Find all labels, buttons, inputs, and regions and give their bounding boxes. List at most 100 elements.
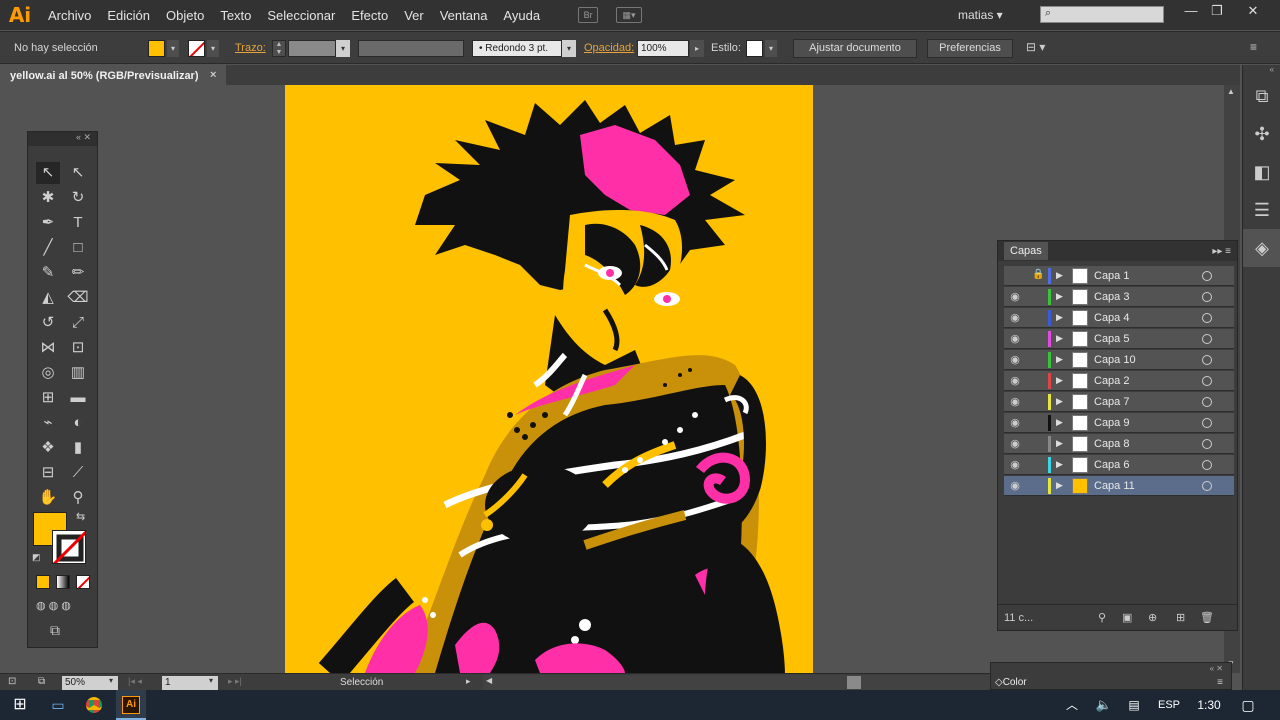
target-circle-icon[interactable] [1202, 334, 1212, 344]
visibility-eye-icon[interactable]: ◉ [1008, 332, 1022, 346]
expand-triangle-icon[interactable]: ▶ [1056, 291, 1063, 302]
stroke-weight-input[interactable] [288, 40, 336, 57]
layer-row[interactable]: ◉ ▶ Capa 2 [1004, 371, 1234, 391]
status-icon-a[interactable]: ⊡ [8, 676, 16, 687]
stroke-panel-icon[interactable]: ☰ [1243, 191, 1280, 229]
visibility-eye-icon[interactable]: ◉ [1008, 458, 1022, 472]
visibility-eye-icon[interactable]: ◉ [1008, 479, 1022, 493]
status-tool-label[interactable]: Selección [340, 677, 383, 688]
network-icon[interactable]: ▤ [1124, 690, 1144, 720]
illustrator-taskbar-icon[interactable]: Ai [116, 690, 146, 720]
language-indicator[interactable]: ESP [1154, 690, 1184, 720]
layer-row[interactable]: ◉ ▶ Capa 10 [1004, 350, 1234, 370]
layer-row[interactable]: ◉ ▶ Capa 3 [1004, 287, 1234, 307]
layer-row[interactable]: ◉ ▶ Capa 4 [1004, 308, 1234, 328]
visibility-eye-icon[interactable]: ◉ [1008, 395, 1022, 409]
layer-row[interactable]: ◉ ▶ Capa 8 [1004, 434, 1234, 454]
scroll-left-icon[interactable]: ◀ [486, 676, 492, 685]
clock[interactable]: 1:30 [1192, 690, 1226, 720]
visibility-eye-icon[interactable] [1008, 269, 1022, 283]
scale-tool-icon[interactable]: ⤢ [66, 312, 90, 334]
target-circle-icon[interactable] [1202, 481, 1212, 491]
layer-name[interactable]: Capa 5 [1094, 333, 1129, 345]
target-circle-icon[interactable] [1202, 460, 1212, 470]
gradient-tool-icon[interactable]: ▬ [66, 387, 90, 409]
target-circle-icon[interactable] [1202, 418, 1212, 428]
layer-name[interactable]: Capa 4 [1094, 312, 1129, 324]
expand-triangle-icon[interactable]: ▶ [1056, 375, 1063, 386]
menu-seleccionar[interactable]: Seleccionar [259, 8, 343, 23]
layer-name[interactable]: Capa 8 [1094, 438, 1129, 450]
clipping-mask-icon[interactable]: ▣ [1122, 611, 1132, 624]
horizontal-scrollbar[interactable]: ◀ [483, 675, 990, 690]
prev-artboard-icons[interactable]: |◂ ◂ [128, 676, 142, 687]
lock-icon[interactable] [1032, 458, 1046, 472]
visibility-eye-icon[interactable]: ◉ [1008, 311, 1022, 325]
file-explorer-icon[interactable]: ▭ [44, 690, 72, 720]
type-tool-icon[interactable]: T [66, 212, 90, 234]
target-circle-icon[interactable] [1202, 439, 1212, 449]
pencil-tool-icon[interactable]: ✏ [66, 262, 90, 284]
volume-icon[interactable]: 🔈 [1094, 690, 1114, 720]
brush-definition[interactable]: • Redondo 3 pt. [472, 40, 562, 57]
layers-panel-menu-icon[interactable]: ▸▸ ≡ [1212, 246, 1231, 257]
expand-triangle-icon[interactable]: ▶ [1056, 396, 1063, 407]
notifications-icon[interactable]: ▢ [1236, 690, 1260, 720]
layer-name[interactable]: Capa 3 [1094, 291, 1129, 303]
stroke-color-box[interactable] [52, 530, 86, 564]
dock-collapse-icon[interactable]: « [1243, 65, 1280, 77]
page-input[interactable]: 1 [162, 676, 204, 690]
layer-name[interactable]: Capa 1 [1094, 270, 1129, 282]
opacity-input[interactable]: 100% [637, 40, 689, 57]
stroke-weight-dropdown-icon[interactable]: ▾ [336, 40, 350, 57]
menu-texto[interactable]: Texto [212, 8, 259, 23]
layer-row[interactable]: ◉ ▶ Capa 11 [1004, 476, 1234, 496]
close-tab-icon[interactable]: × [210, 69, 216, 81]
perspective-grid-tool-icon[interactable]: ▥ [66, 362, 90, 384]
layer-name[interactable]: Capa 2 [1094, 375, 1129, 387]
locate-object-icon[interactable]: ⚲ [1098, 611, 1106, 624]
stroke-label[interactable]: Trazo: [235, 42, 266, 60]
arrange-documents-icon[interactable]: ▦▾ [616, 7, 643, 23]
menu-archivo[interactable]: Archivo [40, 8, 99, 23]
shape-builder-tool-icon[interactable]: ◎ [36, 362, 60, 384]
user-account[interactable]: matias ▾ [958, 8, 1003, 22]
blob-brush-tool-icon[interactable]: ◭ [36, 287, 60, 309]
target-circle-icon[interactable] [1202, 397, 1212, 407]
layer-row[interactable]: 🔒 ▶ Capa 1 [1004, 266, 1234, 286]
none-mode-icon[interactable] [76, 575, 90, 589]
expand-triangle-icon[interactable]: ▶ [1056, 333, 1063, 344]
width-tool-icon[interactable]: ⋈ [36, 337, 60, 359]
search-input[interactable]: ⌕ [1040, 6, 1164, 23]
restore-icon[interactable]: ❐ [1206, 3, 1228, 19]
status-menu-icon[interactable]: ▸ [466, 676, 471, 687]
pen-tool-icon[interactable]: ✒ [36, 212, 60, 234]
lasso-tool-icon[interactable]: ↻ [66, 187, 90, 209]
lock-icon[interactable] [1032, 374, 1046, 388]
zoom-dropdown-icon[interactable]: ▾ [104, 676, 118, 690]
expand-triangle-icon[interactable]: ▶ [1056, 354, 1063, 365]
stroke-stepper[interactable]: ▲ ▼ [272, 40, 286, 57]
expand-triangle-icon[interactable]: ▶ [1056, 312, 1063, 323]
preferences-button[interactable]: Preferencias [927, 39, 1013, 58]
transparency-panel-icon[interactable]: ◧ [1243, 153, 1280, 191]
expand-triangle-icon[interactable]: ▶ [1056, 459, 1063, 470]
layer-row[interactable]: ◉ ▶ Capa 5 [1004, 329, 1234, 349]
layer-row[interactable]: ◉ ▶ Capa 9 [1004, 413, 1234, 433]
rotate-tool-icon[interactable]: ↺ [36, 312, 60, 334]
expand-triangle-icon[interactable]: ▶ [1056, 480, 1063, 491]
artboard[interactable] [285, 85, 813, 673]
default-colors-icon[interactable]: ◩ [32, 552, 41, 563]
target-circle-icon[interactable] [1202, 355, 1212, 365]
layer-row[interactable]: ◉ ▶ Capa 7 [1004, 392, 1234, 412]
layers-panel-icon[interactable]: ◈ [1243, 229, 1280, 267]
page-dropdown-icon[interactable]: ▾ [204, 676, 218, 690]
visibility-eye-icon[interactable]: ◉ [1008, 416, 1022, 430]
stroke-dropdown-icon[interactable]: ▾ [207, 40, 219, 57]
document-setup-button[interactable]: Ajustar documento [793, 39, 917, 58]
delete-layer-icon[interactable]: 🗑 [1200, 611, 1214, 624]
lock-icon[interactable] [1032, 290, 1046, 304]
layer-row[interactable]: ◉ ▶ Capa 6 [1004, 455, 1234, 475]
blend-tool-icon[interactable]: ◐ [66, 412, 90, 434]
panel-menu-icon[interactable]: ≡ [1250, 40, 1268, 56]
